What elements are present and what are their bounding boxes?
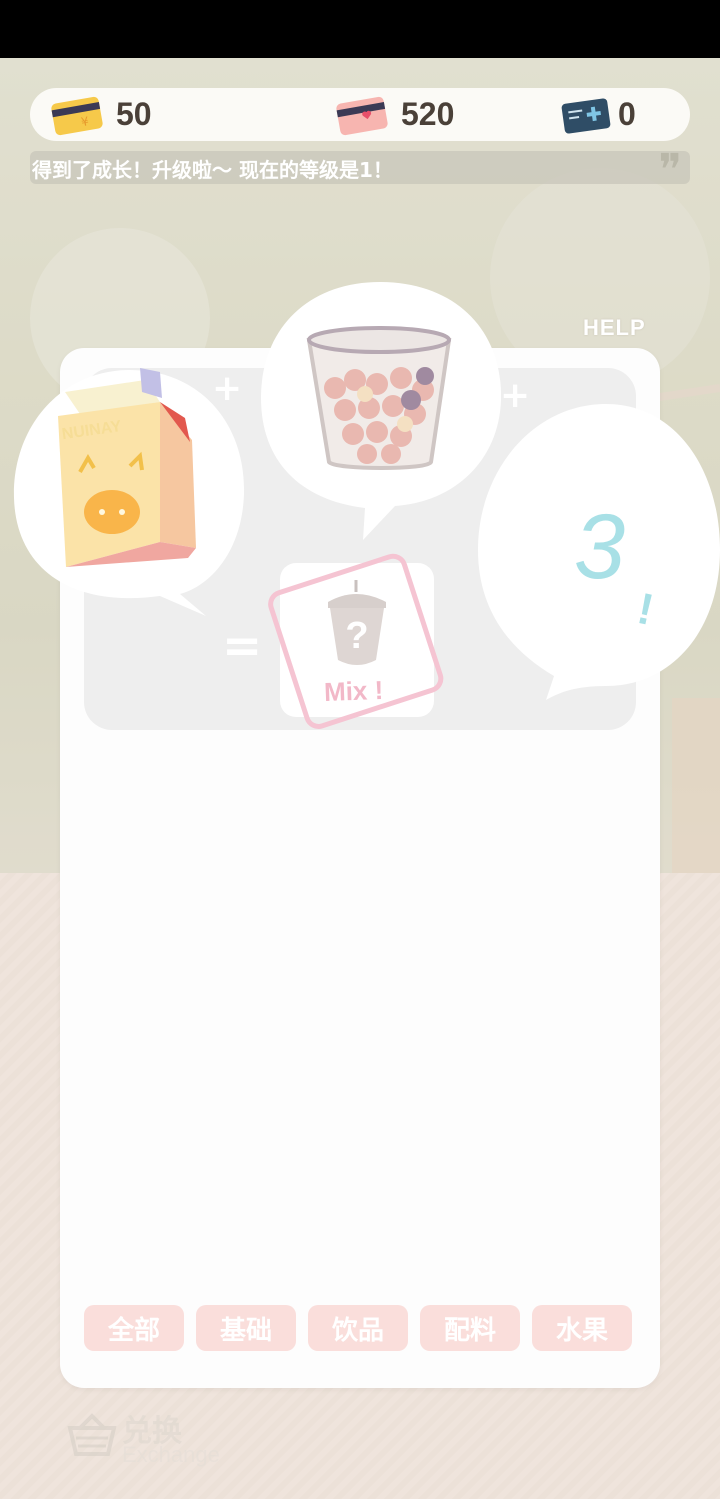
heart-amount: 520	[401, 96, 455, 132]
mix-button-label[interactable]: Mix !	[323, 675, 383, 708]
ingredient-slot-2[interactable]	[255, 280, 505, 542]
gold-currency[interactable]: ¥ 50	[50, 88, 152, 141]
exchange-sub-label: Exchange	[122, 1442, 220, 1467]
news-ticker: 得到了成长！升级啦〜 现在的等级是1！ ❞	[30, 151, 690, 184]
quote-icon: ❞	[658, 151, 682, 184]
tab-drinks[interactable]: 饮品	[308, 1305, 408, 1351]
help-button[interactable]: HELP	[583, 315, 646, 341]
blue-ticket-icon	[561, 97, 611, 134]
pink-heart-card-icon	[336, 96, 388, 135]
tab-all[interactable]: 全部	[84, 1305, 184, 1351]
basket-icon	[67, 1413, 117, 1456]
ticket-currency[interactable]: 0	[560, 88, 636, 141]
equals-icon: =	[222, 618, 263, 674]
ticket-amount: 0	[618, 96, 636, 132]
svg-text:?: ?	[345, 615, 368, 657]
tab-toppings[interactable]: 配料	[420, 1305, 520, 1351]
gold-amount: 50	[116, 96, 152, 132]
ingredient-slot-1[interactable]: NUINAY	[10, 362, 250, 620]
ticker-text: 得到了成长！升级啦〜 现在的等级是1！	[32, 158, 393, 182]
mystery-cup-icon: ?	[328, 580, 386, 665]
tab-fruit[interactable]: 水果	[532, 1305, 632, 1351]
currency-bar: ¥ 50 520 0	[30, 88, 690, 141]
exchange-button[interactable]: 兑换 Exchange	[66, 1404, 246, 1474]
category-tabs: 全部 基础 饮品 配料 水果	[84, 1305, 636, 1351]
heart-currency[interactable]: 520	[335, 88, 454, 141]
boba-pearls-cup-icon	[306, 326, 452, 470]
countdown-number: 3	[574, 496, 626, 598]
gold-card-icon: ¥	[51, 96, 103, 135]
tab-basic[interactable]: 基础	[196, 1305, 296, 1351]
status-bar	[0, 0, 720, 58]
